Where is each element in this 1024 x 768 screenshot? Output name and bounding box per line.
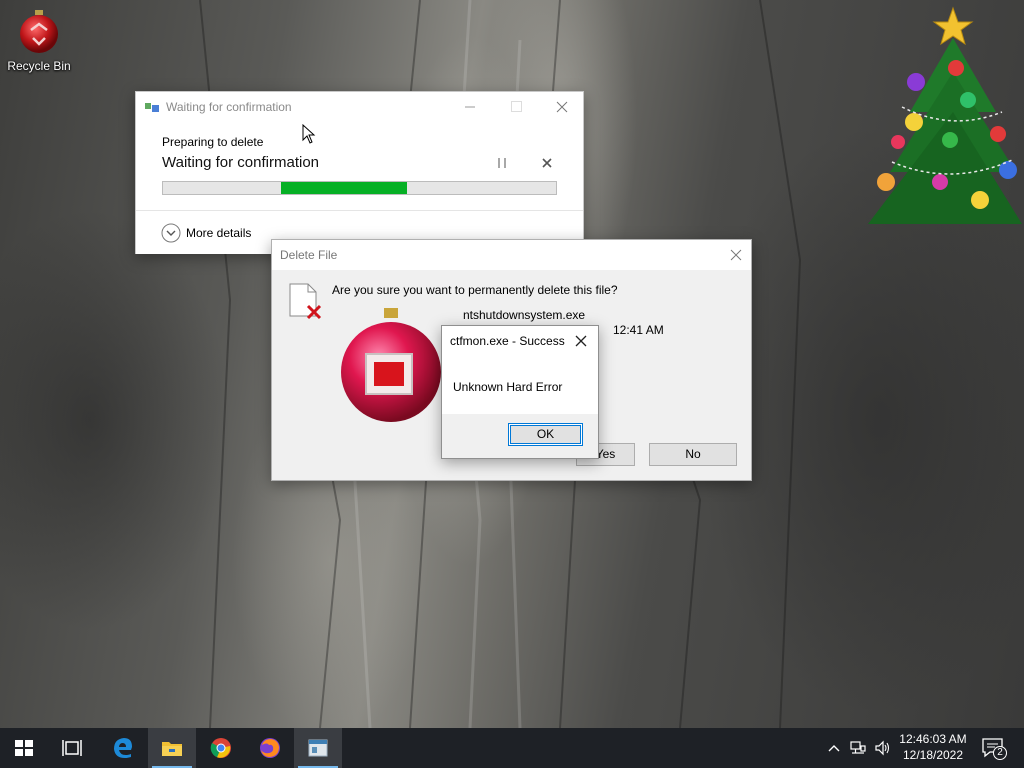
chevron-down-icon — [161, 223, 181, 243]
ctfmon-message-box[interactable]: ctfmon.exe - Success Unknown Hard Error … — [441, 325, 599, 459]
progress-window-titlebar[interactable]: Waiting for confirmation — [136, 92, 583, 122]
progress-subtitle: Preparing to delete — [162, 135, 264, 149]
more-details-label: More details — [186, 226, 252, 240]
close-button[interactable] — [539, 92, 585, 122]
delete-dialog-titlebar[interactable]: Delete File — [272, 240, 751, 270]
app-window-icon — [308, 739, 328, 757]
close-icon — [730, 249, 742, 261]
recycle-bin-shortcut[interactable]: Recycle Bin — [6, 8, 72, 73]
delete-file-warning-icon — [289, 283, 322, 320]
minimize-button[interactable] — [447, 92, 493, 122]
notification-count-badge: 2 — [993, 746, 1007, 760]
maximize-icon — [511, 101, 522, 112]
close-icon — [556, 101, 568, 113]
chrome-icon — [210, 738, 231, 758]
christmas-tree-icon — [868, 6, 1022, 224]
folder-icon — [162, 742, 182, 756]
progress-bar-fill — [281, 182, 407, 194]
edge-icon — [114, 738, 132, 758]
maximize-button[interactable] — [493, 92, 539, 122]
network-icon[interactable] — [850, 740, 866, 756]
mouse-cursor-icon — [302, 124, 316, 144]
delete-progress-window[interactable]: Waiting for confirmation Preparing to de… — [135, 91, 584, 254]
christmas-ornament-icon — [341, 308, 441, 422]
message-text: Unknown Hard Error — [453, 380, 563, 394]
cancel-operation-icon[interactable] — [540, 156, 554, 170]
taskbar: 12:46:03 AM 12/18/2022 2 — [0, 728, 1024, 768]
taskbar-firefox[interactable] — [246, 728, 294, 768]
delete-dialog-close-button[interactable] — [719, 240, 753, 270]
no-button[interactable]: No — [649, 443, 737, 466]
firefox-icon — [260, 738, 280, 758]
minimize-icon — [465, 106, 475, 108]
taskbar-file-explorer[interactable] — [148, 728, 196, 768]
file-name: ntshutdownsystem.exe — [463, 308, 586, 322]
close-icon[interactable] — [574, 334, 588, 348]
ok-button[interactable]: OK — [508, 423, 583, 446]
task-view-icon — [62, 740, 82, 756]
file-date: 12:41 AM — [613, 323, 664, 337]
windows-logo-icon — [15, 740, 33, 756]
start-button[interactable] — [0, 728, 48, 768]
volume-icon[interactable] — [874, 740, 890, 756]
taskbar-chrome[interactable] — [197, 728, 245, 768]
message-box-body: ctfmon.exe - Success Unknown Hard Error — [442, 326, 598, 414]
progress-window-title: Waiting for confirmation — [166, 100, 292, 114]
message-box-title: ctfmon.exe - Success — [450, 334, 565, 348]
progress-bar — [162, 181, 557, 195]
progress-heading: Waiting for confirmation — [162, 154, 320, 171]
recycle-bin-icon — [20, 10, 58, 53]
chevron-up-icon[interactable] — [826, 740, 842, 756]
recycle-bin-label: Recycle Bin — [7, 59, 71, 73]
taskbar-edge[interactable] — [99, 728, 147, 768]
system-clock[interactable]: 12:46:03 AM 12/18/2022 — [898, 731, 968, 763]
taskbar-window-app[interactable] — [294, 728, 342, 768]
delete-dialog-title: Delete File — [280, 248, 338, 262]
file-operation-icon — [145, 103, 159, 112]
clock-time: 12:46:03 AM — [899, 732, 967, 746]
pause-icon[interactable] — [496, 157, 508, 169]
task-view-button[interactable] — [48, 728, 96, 768]
delete-confirmation-question: Are you sure you want to permanently del… — [332, 283, 618, 297]
clock-date: 12/18/2022 — [902, 748, 964, 762]
